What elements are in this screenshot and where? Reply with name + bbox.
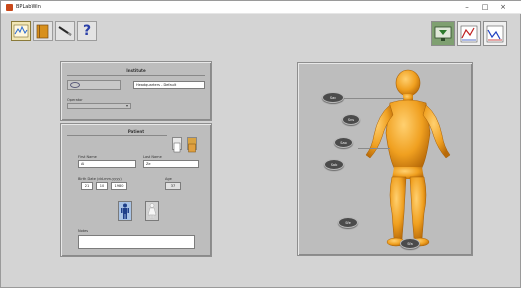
- first-name-field[interactable]: Al: [78, 160, 136, 168]
- app-icon: [6, 4, 13, 11]
- view-toolbar: [431, 21, 507, 47]
- help-icon: ?: [82, 23, 92, 39]
- female-gender-button[interactable]: [145, 201, 159, 221]
- minimize-button[interactable]: –: [459, 2, 475, 13]
- birth-date-label: Birth Date (dd-mm-yyyy): [78, 177, 122, 181]
- chart-wave-button[interactable]: [11, 21, 31, 41]
- abdomen-lead-line: [358, 148, 390, 149]
- body-point-sab[interactable]: Sab: [324, 159, 344, 170]
- new-patient-button[interactable]: [172, 137, 182, 153]
- chart-wave-icon: [13, 24, 29, 38]
- window-title: BPLabWin: [16, 4, 41, 10]
- body-point-sao[interactable]: Sao: [334, 137, 353, 148]
- last-name-label: Last Name: [143, 155, 162, 159]
- birth-month-field[interactable]: 10: [96, 182, 108, 190]
- patient-divider: [67, 135, 167, 136]
- book-button[interactable]: [33, 21, 53, 41]
- folder-icon: [188, 143, 196, 153]
- body-map-panel: Sac Sns Sao Sab Sfe Sfa: [297, 62, 473, 256]
- human-body-figure: [365, 69, 451, 247]
- help-button[interactable]: ?: [77, 21, 97, 41]
- maximize-button[interactable]: □: [477, 2, 493, 13]
- notes-field[interactable]: [78, 235, 195, 249]
- institute-panel: Institute Headquarters - Default Operato…: [60, 61, 212, 121]
- institute-logo[interactable]: [67, 80, 121, 90]
- institute-title: Institute: [126, 68, 146, 73]
- institute-divider: [67, 75, 205, 76]
- red-chart-icon: [460, 25, 478, 42]
- book-icon: [36, 24, 49, 39]
- open-patient-button[interactable]: [187, 137, 197, 153]
- main-toolbar: ?: [11, 21, 107, 41]
- monitor-view-button[interactable]: [431, 21, 455, 46]
- blue-chart-icon: [486, 25, 504, 42]
- operator-label: Operator: [67, 98, 83, 102]
- first-name-label: First Name: [78, 155, 97, 159]
- chevron-down-icon: ▾: [125, 103, 128, 108]
- body-point-sac[interactable]: Sac: [322, 92, 344, 103]
- pen-button[interactable]: [55, 21, 75, 41]
- body-point-sns[interactable]: Sns: [342, 114, 360, 125]
- last-name-field[interactable]: Ze: [143, 160, 199, 168]
- female-figure-icon: [147, 203, 157, 219]
- male-gender-button[interactable]: [118, 201, 132, 221]
- blue-chart-button[interactable]: [483, 21, 507, 46]
- title-bar: BPLabWin – □ ×: [1, 1, 521, 14]
- male-figure-icon: [121, 203, 129, 219]
- institute-name-field[interactable]: Headquarters - Default: [133, 81, 205, 89]
- body-point-sfa[interactable]: Sfa: [400, 238, 420, 249]
- pen-icon: [58, 26, 72, 36]
- patient-title: Patient: [127, 129, 145, 134]
- operator-select[interactable]: ▾: [67, 103, 131, 109]
- age-field: 37: [165, 182, 181, 190]
- close-button[interactable]: ×: [495, 2, 511, 13]
- head-lead-line: [344, 98, 404, 99]
- app-window: BPLabWin – □ × ? Institute Headquarters …: [0, 0, 521, 288]
- body-point-sfe[interactable]: Sfe: [338, 217, 358, 228]
- birth-day-field[interactable]: 21: [81, 182, 93, 190]
- new-document-icon: [173, 142, 181, 153]
- notes-label: Notes: [78, 229, 89, 233]
- birth-year-field[interactable]: 1980: [111, 182, 127, 190]
- red-chart-button[interactable]: [457, 21, 481, 46]
- patient-panel: Patient First Name Al Last Name Ze Birth…: [60, 123, 212, 257]
- age-label: Age: [165, 177, 172, 181]
- logo-oval-icon: [70, 82, 80, 88]
- green-monitor-icon: [434, 26, 452, 41]
